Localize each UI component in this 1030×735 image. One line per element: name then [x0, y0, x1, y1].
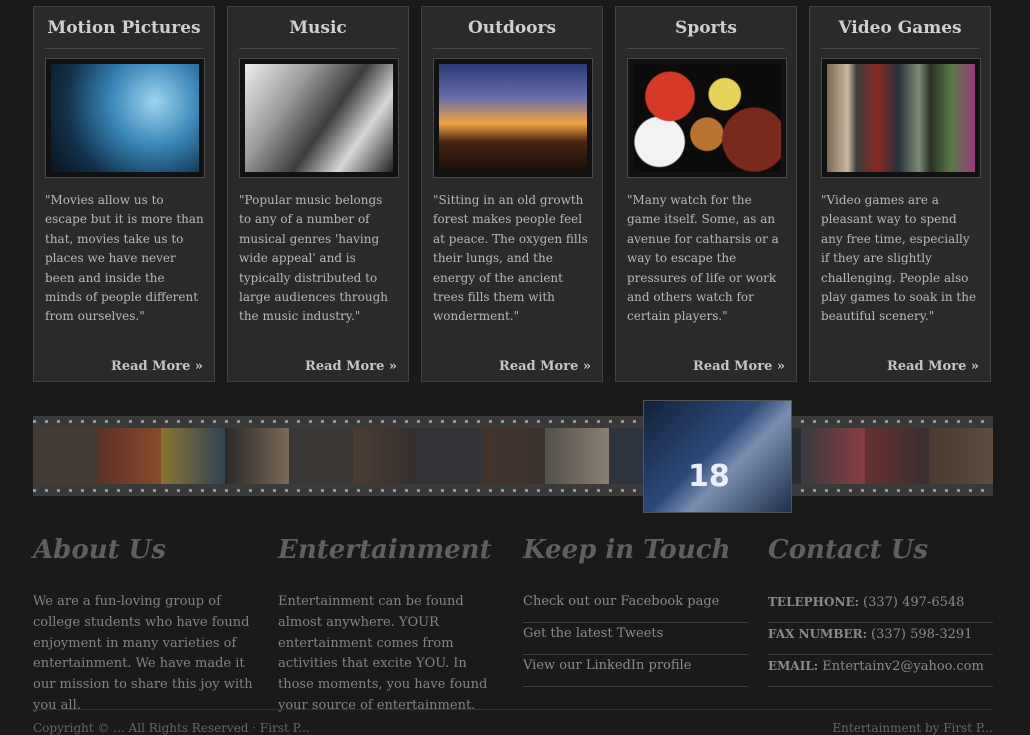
read-more-link[interactable]: Read More »: [887, 359, 979, 374]
footer-heading: Contact Us: [768, 535, 928, 565]
filmstrip-thumbnail[interactable]: [97, 428, 161, 484]
footer-keep-in-touch: Keep in Touch Check out our Facebook pag…: [523, 532, 748, 687]
card-video-games: Video Games "Video games are a pleasant …: [809, 6, 991, 382]
facebook-link[interactable]: Check out our Facebook page: [523, 592, 748, 623]
email-value[interactable]: Entertainv2@yahoo.com: [822, 659, 984, 674]
filmstrip-thumbnail[interactable]: [33, 428, 97, 484]
read-more-link[interactable]: Read More »: [305, 359, 397, 374]
filmstrip-frames: [33, 428, 993, 484]
footer-divider: [33, 709, 993, 710]
card-title[interactable]: Video Games: [821, 15, 979, 49]
telephone-value: (337) 497-6548: [863, 595, 965, 610]
video-game-characters-image: [827, 64, 975, 172]
card-title[interactable]: Outdoors: [433, 15, 591, 49]
read-more-link[interactable]: Read More »: [111, 359, 203, 374]
card-description: "Video games are a pleasant way to spend…: [821, 193, 977, 324]
filmstrip-featured-image[interactable]: 18: [643, 400, 792, 513]
social-links: Check out our Facebook page Get the late…: [523, 592, 748, 688]
contact-label: EMAIL:: [768, 659, 819, 673]
footer-heading: About Us: [33, 535, 166, 565]
copyright-text: Copyright © ... All Rights Reserved · Fi…: [33, 721, 310, 735]
card-title[interactable]: Sports: [627, 15, 785, 49]
read-more-link[interactable]: Read More »: [693, 359, 785, 374]
card-thumbnail[interactable]: [433, 58, 593, 178]
filmstrip-thumbnail[interactable]: [801, 428, 865, 484]
card-thumbnail[interactable]: [45, 58, 205, 178]
filmstrip-thumbnail[interactable]: [353, 428, 417, 484]
microphone-image: [245, 64, 393, 172]
filmstrip-slider[interactable]: [33, 416, 993, 496]
film-sprocket-holes: [33, 489, 993, 492]
contact-details: TELEPHONE: (337) 497-6548 FAX NUMBER: (337…: [768, 592, 993, 688]
lake-sunset-image: [439, 64, 587, 172]
card-description: "Movies allow us to escape but it is mor…: [45, 193, 204, 324]
sports-balls-image: [633, 64, 781, 172]
filmstrip-thumbnail[interactable]: [161, 428, 225, 484]
fax-value: (337) 598-3291: [871, 627, 973, 642]
filmstrip-thumbnail[interactable]: [545, 428, 609, 484]
filmstrip-thumbnail[interactable]: [481, 428, 545, 484]
card-title[interactable]: Motion Pictures: [45, 15, 203, 49]
contact-label: TELEPHONE:: [768, 595, 860, 609]
credit-text: Entertainment by First P...: [832, 721, 993, 735]
category-cards: Motion Pictures "Movies allow us to esca…: [33, 6, 993, 384]
linkedin-link[interactable]: View our LinkedIn profile: [523, 656, 748, 687]
email-row: EMAIL: Entertainv2@yahoo.com: [768, 656, 993, 687]
twitter-link[interactable]: Get the latest Tweets: [523, 624, 748, 655]
entertainment-text: Entertainment can be found almost anywhe…: [278, 594, 488, 713]
filmstrip-thumbnail[interactable]: [417, 428, 481, 484]
card-sports: Sports "Many watch for the game itself. …: [615, 6, 797, 382]
about-text: We are a fun-loving group of college stu…: [33, 594, 253, 713]
card-outdoors: Outdoors "Sitting in an old growth fores…: [421, 6, 603, 382]
filmstrip-thumbnail[interactable]: [289, 428, 353, 484]
contact-label: FAX NUMBER:: [768, 627, 868, 641]
card-description: "Popular music belongs to any of a numbe…: [239, 193, 389, 324]
card-description: "Sitting in an old growth forest makes p…: [433, 193, 588, 324]
read-more-link[interactable]: Read More »: [499, 359, 591, 374]
card-thumbnail[interactable]: [627, 58, 787, 178]
card-description: "Many watch for the game itself. Some, a…: [627, 193, 779, 324]
telephone-row: TELEPHONE: (337) 497-6548: [768, 592, 993, 623]
footer-about: About Us We are a fun-loving group of co…: [33, 532, 258, 713]
footer-heading: Entertainment: [278, 535, 492, 565]
player-jersey-number: 18: [688, 459, 730, 494]
filmstrip-thumbnail[interactable]: [929, 428, 993, 484]
fax-row: FAX NUMBER: (337) 598-3291: [768, 624, 993, 655]
footer-contact: Contact Us TELEPHONE: (337) 497-6548 FAX …: [768, 532, 993, 687]
card-thumbnail[interactable]: [239, 58, 399, 178]
card-music: Music "Popular music belongs to any of a…: [227, 6, 409, 382]
card-motion-pictures: Motion Pictures "Movies allow us to esca…: [33, 6, 215, 382]
filmstrip-thumbnail[interactable]: [865, 428, 929, 484]
footer-entertainment: Entertainment Entertainment can be found…: [278, 532, 503, 713]
filmstrip-thumbnail[interactable]: [225, 428, 289, 484]
card-thumbnail[interactable]: [821, 58, 981, 178]
film-projector-image: [51, 64, 199, 172]
footer-heading: Keep in Touch: [523, 535, 731, 565]
film-sprocket-holes: [33, 420, 993, 423]
card-title[interactable]: Music: [239, 15, 397, 49]
